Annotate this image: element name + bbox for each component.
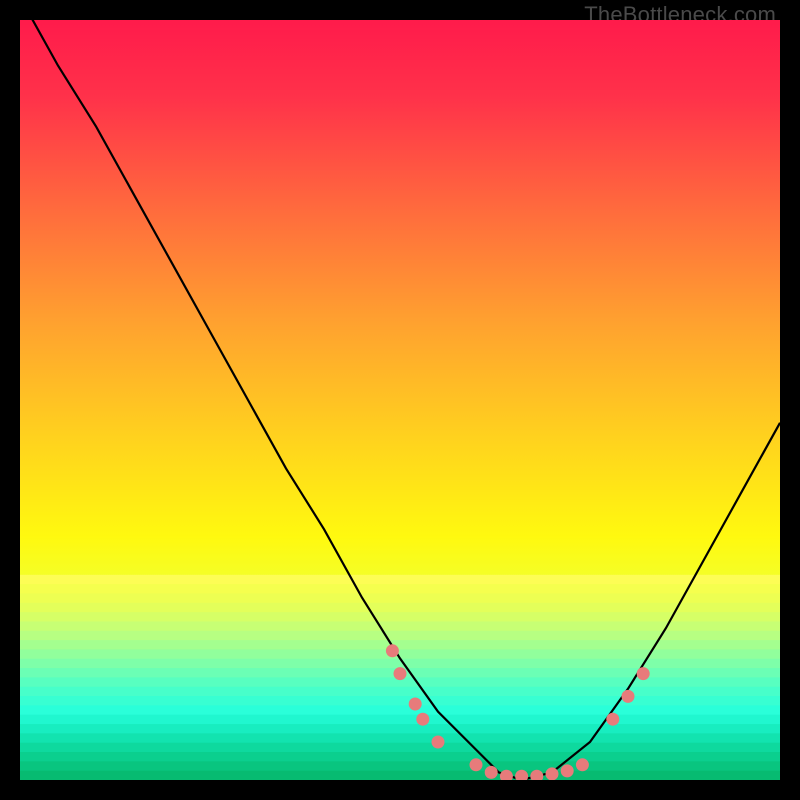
marker-dot bbox=[561, 764, 574, 777]
marker-dot bbox=[576, 758, 589, 771]
marker-dot bbox=[432, 736, 445, 749]
marker-dot bbox=[637, 667, 650, 680]
marker-dot bbox=[409, 698, 422, 711]
marker-dot bbox=[485, 766, 498, 779]
marker-dot bbox=[394, 667, 407, 680]
marker-dot bbox=[546, 767, 559, 780]
marker-dot bbox=[416, 713, 429, 726]
chart-svg bbox=[20, 20, 780, 780]
marker-dot bbox=[386, 644, 399, 657]
marker-dot bbox=[622, 690, 635, 703]
marker-dot bbox=[606, 713, 619, 726]
marker-dot bbox=[470, 758, 483, 771]
